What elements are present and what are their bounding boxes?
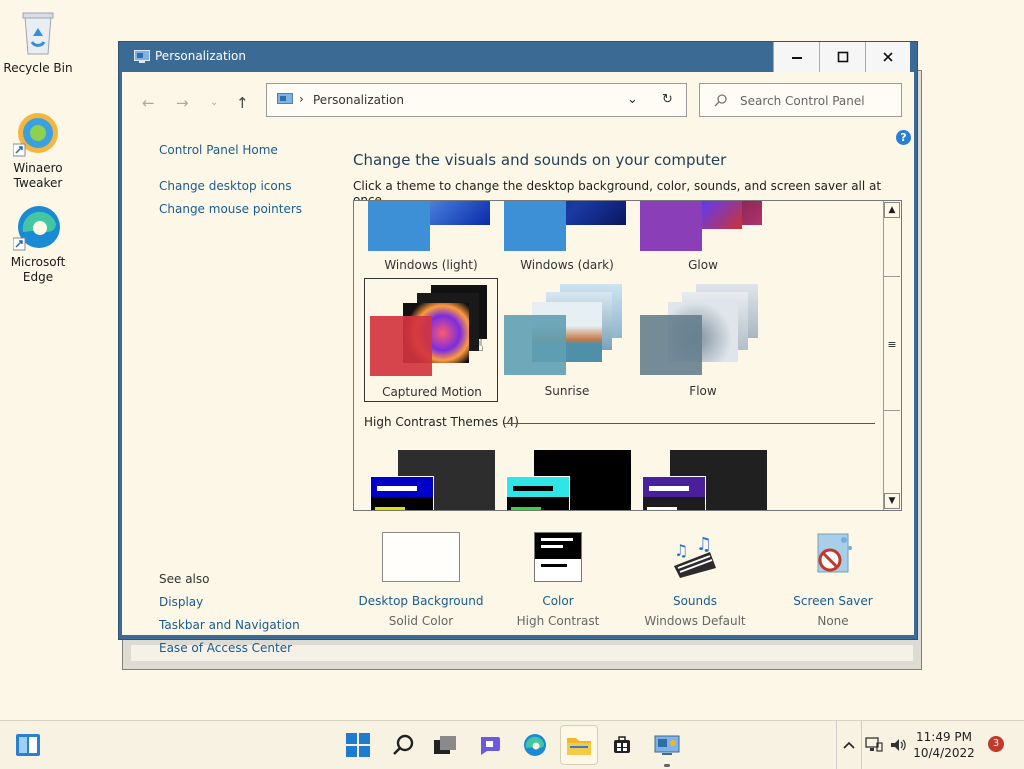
color-setting[interactable]: Color High Contrast	[488, 532, 628, 628]
window-content: ← → ⌄ ↑ › Personalization ⌄ ↻ Search Con…	[122, 72, 914, 655]
clock-time: 11:49 PM	[916, 730, 972, 744]
system-clock[interactable]: 11:49 PM 10/4/2022	[908, 729, 980, 761]
edge-icon[interactable]	[518, 728, 552, 762]
theme-high-contrast-2[interactable]	[506, 450, 632, 510]
store-icon[interactable]	[605, 728, 639, 762]
breadcrumb[interactable]: Personalization	[313, 93, 404, 107]
vertical-scrollbar[interactable]: ▲ ≡ ▼	[883, 201, 901, 510]
chat-icon[interactable]	[473, 728, 507, 762]
task-view-icon[interactable]	[428, 728, 462, 762]
desktop-icon-microsoft-edge[interactable]: Microsoft Edge	[0, 202, 76, 285]
back-arrow-icon[interactable]: ←	[142, 94, 155, 112]
sounds-setting[interactable]: ♫ ♫ Sounds Windows Default	[625, 532, 765, 628]
theme-label: Flow	[689, 384, 717, 398]
theme-flow[interactable]: Flow	[636, 278, 770, 402]
maximize-button[interactable]	[819, 42, 866, 72]
theme-glow[interactable]: Glow	[636, 201, 770, 275]
sidebar-link-change-desktop-icons[interactable]: Change desktop icons	[159, 179, 292, 193]
search-icon[interactable]	[386, 728, 420, 762]
scroll-down-icon[interactable]: ▼	[884, 493, 900, 509]
show-hidden-icons-chevron-icon[interactable]	[836, 721, 862, 769]
setting-value: Solid Color	[388, 614, 454, 628]
start-icon[interactable]	[341, 728, 375, 762]
sounds-icon: ♫ ♫	[670, 532, 720, 580]
search-placeholder: Search Control Panel	[740, 94, 865, 108]
theme-high-contrast-1[interactable]	[370, 450, 496, 510]
see-also-link-taskbar[interactable]: Taskbar and Navigation	[159, 618, 300, 632]
edge-icon	[12, 202, 63, 252]
see-also-heading: See also	[159, 572, 210, 586]
high-contrast-section-label: High Contrast Themes (4)	[364, 415, 519, 429]
svg-text:♫: ♫	[674, 541, 688, 560]
color-icon	[534, 532, 582, 582]
personalization-window: Personalization ← → ⌄ ↑ › Personalizatio…	[118, 41, 918, 655]
theme-label: Captured Motion	[382, 385, 482, 399]
notification-badge[interactable]: 3	[988, 736, 1004, 752]
refresh-icon[interactable]: ↻	[662, 92, 673, 107]
running-indicator	[664, 764, 670, 767]
window-title: Personalization	[155, 49, 246, 63]
recycle-bin-icon	[13, 8, 63, 58]
section-divider	[504, 423, 875, 424]
widgets-icon[interactable]	[11, 728, 45, 762]
breadcrumb-separator-icon: ›	[299, 92, 304, 106]
control-panel-icon	[134, 50, 150, 63]
setting-name: Desktop Background	[358, 594, 484, 608]
desktop-icon-recycle-bin[interactable]: Recycle Bin	[0, 8, 76, 76]
theme-label: Glow	[688, 258, 718, 272]
recent-chevron-icon[interactable]: ⌄	[210, 97, 218, 108]
setting-value: Windows Default	[644, 614, 746, 628]
forward-arrow-icon[interactable]: →	[176, 94, 189, 112]
setting-name: Sounds	[672, 594, 718, 608]
theme-label: Windows (dark)	[520, 258, 614, 272]
scroll-thumb[interactable]: ≡	[884, 276, 900, 411]
help-icon[interactable]: ?	[896, 130, 911, 145]
theme-sunrise[interactable]: Sunrise	[500, 278, 634, 402]
desktop-background-setting[interactable]: Desktop Background Solid Color	[351, 532, 491, 628]
control-panel-icon	[277, 93, 293, 109]
theme-label: Sunrise	[544, 384, 590, 398]
see-also-link-ease-of-access[interactable]: Ease of Access Center	[159, 641, 292, 655]
screen-saver-icon	[808, 532, 858, 580]
svg-text:♫: ♫	[696, 534, 712, 555]
winaero-tweaker-icon	[12, 108, 63, 158]
up-arrow-icon[interactable]: ↑	[236, 94, 249, 112]
sidebar-link-change-mouse-pointers[interactable]: Change mouse pointers	[159, 202, 302, 216]
address-dropdown-icon[interactable]: ⌄	[627, 92, 638, 107]
desktop-icon-winaero-tweaker[interactable]: Winaero Tweaker	[0, 108, 76, 191]
file-explorer-icon[interactable]	[560, 725, 598, 765]
desktop-icon-label: Recycle Bin	[3, 61, 73, 75]
network-icon[interactable]	[862, 728, 886, 762]
setting-name: Color	[542, 594, 574, 608]
search-icon	[714, 93, 728, 110]
desktop-background-icon	[382, 532, 460, 582]
clock-date: 10/4/2022	[913, 746, 975, 760]
theme-list[interactable]: Windows (light) Windows (dark) Glow ☝ Ca…	[353, 200, 902, 511]
control-panel-taskbar-icon[interactable]	[650, 728, 684, 762]
close-button[interactable]	[865, 42, 910, 72]
taskbar: 11:49 PM 10/4/2022 3	[0, 720, 1024, 769]
theme-windows-dark[interactable]: Windows (dark)	[500, 201, 634, 275]
setting-name: Screen Saver	[793, 594, 873, 608]
title-bar[interactable]: Personalization	[119, 42, 917, 72]
search-box[interactable]: Search Control Panel	[699, 83, 902, 117]
desktop-icon-label: Winaero Tweaker	[13, 161, 63, 190]
page-title: Change the visuals and sounds on your co…	[353, 151, 727, 169]
theme-windows-light[interactable]: Windows (light)	[364, 201, 498, 275]
minimize-button[interactable]	[773, 42, 820, 72]
desktop-icon-label: Microsoft Edge	[10, 255, 66, 284]
address-bar[interactable]: › Personalization ⌄ ↻	[266, 83, 687, 117]
sidebar-link-control-panel-home[interactable]: Control Panel Home	[159, 143, 278, 157]
screen-saver-setting[interactable]: Screen Saver None	[763, 532, 903, 628]
scroll-up-icon[interactable]: ▲	[884, 202, 900, 218]
cursor-hand-icon: ☝	[473, 335, 484, 356]
theme-high-contrast-3[interactable]	[642, 450, 768, 510]
theme-captured-motion[interactable]: ☝ Captured Motion	[364, 278, 498, 402]
see-also-link-display[interactable]: Display	[159, 595, 203, 609]
theme-label: Windows (light)	[384, 258, 478, 272]
setting-value: High Contrast	[516, 614, 600, 628]
setting-value: None	[817, 614, 849, 628]
